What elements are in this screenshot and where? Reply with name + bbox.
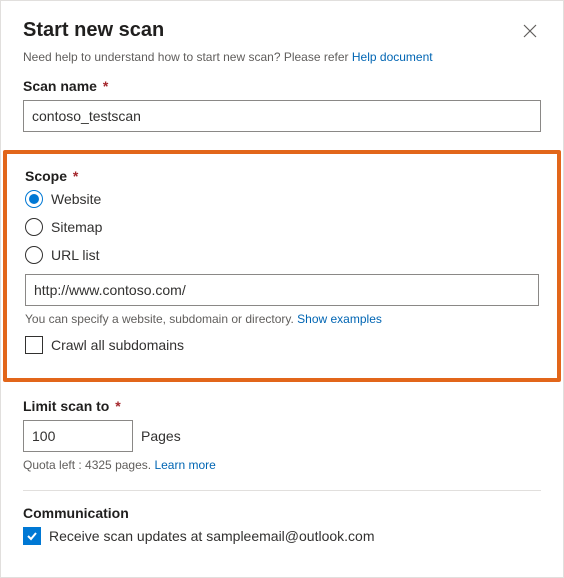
help-prefix: Need help to understand how to start new… <box>23 50 352 64</box>
receive-updates-row[interactable]: Receive scan updates at sampleemail@outl… <box>23 527 541 545</box>
close-icon[interactable] <box>519 19 541 45</box>
scope-highlight: Scope * Website Sitemap URL list You can… <box>3 150 561 382</box>
communication-label: Communication <box>23 505 541 521</box>
checkbox-icon[interactable] <box>23 527 41 545</box>
learn-more-link[interactable]: Learn more <box>154 458 215 472</box>
scope-option-website[interactable]: Website <box>25 190 539 208</box>
scan-name-section: Scan name * <box>23 78 541 132</box>
limit-section: Limit scan to * Pages Quota left : 4325 … <box>23 398 541 472</box>
quota-prefix: Quota left : 4325 pages. <box>23 458 154 472</box>
scope-option-urllist[interactable]: URL list <box>25 246 539 264</box>
help-document-link[interactable]: Help document <box>352 50 433 64</box>
receive-updates-label: Receive scan updates at sampleemail@outl… <box>49 528 375 544</box>
section-divider <box>23 490 541 491</box>
radio-icon[interactable] <box>25 218 43 236</box>
scope-url-input[interactable] <box>25 274 539 306</box>
limit-unit: Pages <box>141 428 181 444</box>
help-text: Need help to understand how to start new… <box>23 50 541 64</box>
required-mark: * <box>73 168 78 184</box>
panel-title: Start new scan <box>23 19 164 42</box>
limit-label: Limit scan to * <box>23 398 541 414</box>
quota-text: Quota left : 4325 pages. Learn more <box>23 458 541 472</box>
scope-helper-text: You can specify a website, subdomain or … <box>25 312 297 326</box>
show-examples-link[interactable]: Show examples <box>297 312 382 326</box>
scan-name-label: Scan name * <box>23 78 541 94</box>
scope-option-sitemap[interactable]: Sitemap <box>25 218 539 236</box>
panel-header: Start new scan <box>23 19 541 50</box>
required-mark: * <box>115 398 120 414</box>
start-scan-panel: Start new scan Need help to understand h… <box>0 0 564 578</box>
scope-label: Scope * <box>25 168 539 184</box>
crawl-subdomains-label: Crawl all subdomains <box>51 337 184 353</box>
limit-pages-input[interactable] <box>23 420 133 452</box>
radio-label: Website <box>51 191 101 207</box>
crawl-subdomains-row[interactable]: Crawl all subdomains <box>25 336 539 354</box>
checkbox-icon[interactable] <box>25 336 43 354</box>
scope-helper: You can specify a website, subdomain or … <box>25 312 539 326</box>
scan-name-input[interactable] <box>23 100 541 132</box>
radio-label: Sitemap <box>51 219 102 235</box>
required-mark: * <box>103 78 108 94</box>
radio-icon[interactable] <box>25 190 43 208</box>
radio-label: URL list <box>51 247 100 263</box>
radio-icon[interactable] <box>25 246 43 264</box>
communication-section: Communication Receive scan updates at sa… <box>23 505 541 545</box>
